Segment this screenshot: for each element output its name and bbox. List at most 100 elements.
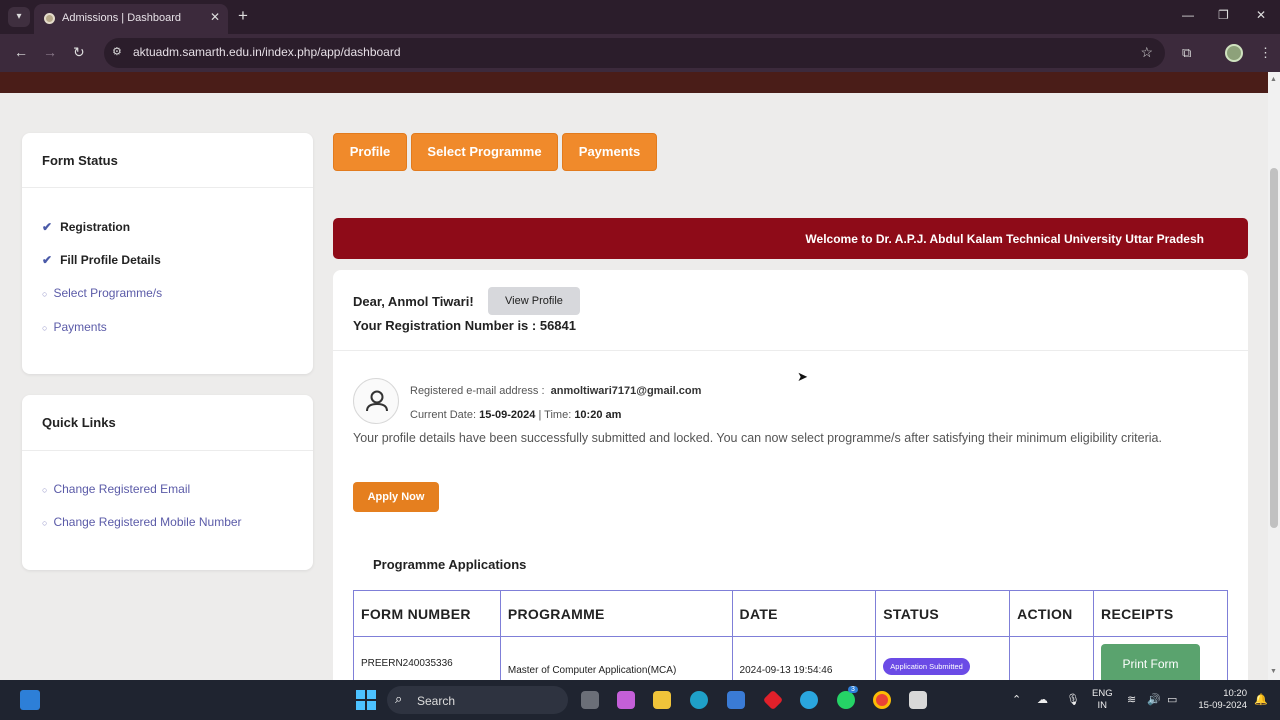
- widgets-icon[interactable]: [20, 690, 40, 710]
- circle-bullet-icon: ○: [42, 289, 48, 299]
- column-header: DATE: [731, 590, 877, 637]
- clock-date: 15-09-2024: [1198, 700, 1247, 711]
- divider: [22, 450, 313, 451]
- profile-button[interactable]: Profile: [333, 133, 407, 171]
- apply-now-button[interactable]: Apply Now: [353, 482, 439, 512]
- column-header: ACTION: [1009, 590, 1095, 637]
- status-item-payments[interactable]: ○ Payments: [42, 320, 107, 334]
- check-icon: ✔: [42, 253, 53, 267]
- bookmark-star-icon[interactable]: ☆: [1140, 44, 1153, 61]
- time-label: | Time:: [538, 409, 572, 421]
- tab-search-button[interactable]: ▾: [8, 7, 30, 27]
- status-label[interactable]: Payments: [53, 320, 106, 334]
- form-status-card: Form Status ✔ Registration ✔ Fill Profile …: [22, 133, 313, 374]
- url-text[interactable]: aktuadm.samarth.edu.in/index.php/app/das…: [133, 45, 401, 59]
- address-bar[interactable]: ⚙ aktuadm.samarth.edu.in/index.php/app/d…: [104, 38, 1165, 68]
- volume-icon[interactable]: 🔊: [1147, 693, 1161, 706]
- payments-button[interactable]: Payments: [562, 133, 657, 171]
- quick-link-change-email[interactable]: ○ Change Registered Email: [42, 482, 190, 496]
- divider: [22, 187, 313, 188]
- language-code: ENG: [1092, 688, 1113, 699]
- scroll-down-icon[interactable]: ▼: [1270, 668, 1277, 675]
- date-info: Current Date: 15-09-2024 | Time: 10:20 a…: [410, 409, 621, 421]
- email-value: anmoltiwari7171@gmail.com: [550, 385, 702, 397]
- browser-menu-icon[interactable]: ⋮: [1259, 45, 1272, 61]
- windows-taskbar: ⌕ Search 3 ⌃ ☁ 🎙 ENG IN ≋ 🔊 ▭ 10:20 15-0…: [0, 680, 1280, 720]
- tab-title: Admissions | Dashboard: [62, 12, 182, 24]
- table-header-row: FORM NUMBER PROGRAMME DATE STATUS ACTION…: [353, 590, 1228, 637]
- copilot-icon[interactable]: [617, 691, 635, 709]
- app-diamond-icon[interactable]: [762, 689, 784, 711]
- browser-tab[interactable]: Admissions | Dashboard ✕: [34, 4, 228, 34]
- onedrive-icon[interactable]: ☁: [1037, 693, 1048, 706]
- circle-bullet-icon: ○: [42, 518, 48, 528]
- column-header: FORM NUMBER: [353, 590, 501, 637]
- welcome-text: Welcome to Dr. A.P.J. Abdul Kalam Techni…: [805, 232, 1204, 246]
- status-label[interactable]: Select Programme/s: [53, 286, 162, 300]
- task-view-icon[interactable]: [581, 691, 599, 709]
- site-header-band: [0, 72, 1268, 93]
- select-programme-button[interactable]: Select Programme: [411, 133, 558, 171]
- new-tab-icon[interactable]: +: [238, 6, 248, 26]
- status-label: Registration: [60, 220, 131, 234]
- quick-link-label[interactable]: Change Registered Email: [53, 482, 190, 496]
- circle-bullet-icon: ○: [42, 323, 48, 333]
- date-value: 15-09-2024: [479, 409, 536, 421]
- applications-table: FORM NUMBER PROGRAMME DATE STATUS ACTION…: [353, 590, 1228, 691]
- file-explorer-icon[interactable]: [653, 691, 671, 709]
- windows-start-icon[interactable]: [356, 690, 376, 710]
- language-indicator[interactable]: ENG IN: [1092, 688, 1113, 712]
- search-placeholder: Search: [417, 694, 456, 708]
- extensions-icon[interactable]: ⧉: [1182, 45, 1191, 61]
- scroll-up-icon[interactable]: ▲: [1270, 76, 1277, 83]
- site-info-icon[interactable]: ⚙: [112, 45, 122, 58]
- status-badge: Application Submitted: [883, 658, 970, 676]
- status-item-select-programme[interactable]: ○ Select Programme/s: [42, 286, 162, 300]
- reload-icon[interactable]: ↻: [73, 44, 85, 61]
- email-label: Registered e-mail address :: [410, 385, 545, 397]
- status-item-registration: ✔ Registration: [42, 220, 130, 234]
- quick-link-label[interactable]: Change Registered Mobile Number: [53, 515, 241, 529]
- notification-count-badge: 3: [848, 686, 858, 693]
- programme-applications-title: Programme Applications: [373, 557, 527, 572]
- store-icon[interactable]: [727, 691, 745, 709]
- scroll-thumb[interactable]: [1270, 168, 1278, 528]
- minimize-icon[interactable]: —: [1182, 8, 1194, 22]
- forward-icon[interactable]: →: [43, 44, 57, 60]
- print-form-button[interactable]: Print Form: [1101, 643, 1201, 684]
- check-icon: ✔: [42, 220, 53, 234]
- divider: [333, 350, 1248, 351]
- whatsapp-icon[interactable]: [837, 691, 855, 709]
- microphone-icon[interactable]: 🎙: [1066, 693, 1080, 706]
- battery-icon[interactable]: ▭: [1167, 693, 1177, 706]
- region-code: IN: [1097, 700, 1108, 711]
- view-profile-button[interactable]: View Profile: [488, 287, 580, 315]
- column-header: STATUS: [875, 590, 1011, 637]
- registration-number: Your Registration Number is : 56841: [353, 318, 576, 333]
- column-header: RECEIPTS: [1093, 590, 1228, 637]
- profile-avatar-icon[interactable]: [1225, 44, 1243, 62]
- tray-chevron-icon[interactable]: ⌃: [1012, 693, 1021, 706]
- quick-link-change-mobile[interactable]: ○ Change Registered Mobile Number: [42, 515, 242, 529]
- status-label: Fill Profile Details: [60, 253, 161, 267]
- taskbar-search[interactable]: ⌕ Search: [387, 686, 568, 714]
- welcome-banner: Welcome to Dr. A.P.J. Abdul Kalam Techni…: [333, 218, 1248, 259]
- close-tab-icon[interactable]: ✕: [210, 10, 220, 24]
- notifications-bell-icon[interactable]: 🔔: [1254, 693, 1268, 706]
- dashboard-main-card: Dear, Anmol Tiwari! View Profile Your Re…: [333, 270, 1248, 691]
- email-info: Registered e-mail address : anmoltiwari7…: [410, 385, 701, 397]
- wifi-icon[interactable]: ≋: [1127, 693, 1136, 706]
- restore-icon[interactable]: ❐: [1218, 8, 1229, 22]
- edge-icon[interactable]: [690, 691, 708, 709]
- close-window-icon[interactable]: ✕: [1256, 8, 1266, 22]
- safari-icon[interactable]: [800, 691, 818, 709]
- page-scrollbar[interactable]: ▲ ▼: [1268, 72, 1280, 680]
- back-icon[interactable]: ←: [14, 44, 28, 60]
- greeting: Dear, Anmol Tiwari!: [353, 294, 474, 309]
- profile-locked-message: Your profile details have been successfu…: [353, 431, 1162, 445]
- mouse-cursor-icon: ➤: [797, 369, 808, 384]
- quick-links-card: Quick Links ○ Change Registered Email ○ Ch…: [22, 395, 313, 570]
- snipping-tool-icon[interactable]: [909, 691, 927, 709]
- chrome-icon[interactable]: [873, 691, 891, 709]
- taskbar-clock[interactable]: 10:20 15-09-2024: [1193, 688, 1247, 712]
